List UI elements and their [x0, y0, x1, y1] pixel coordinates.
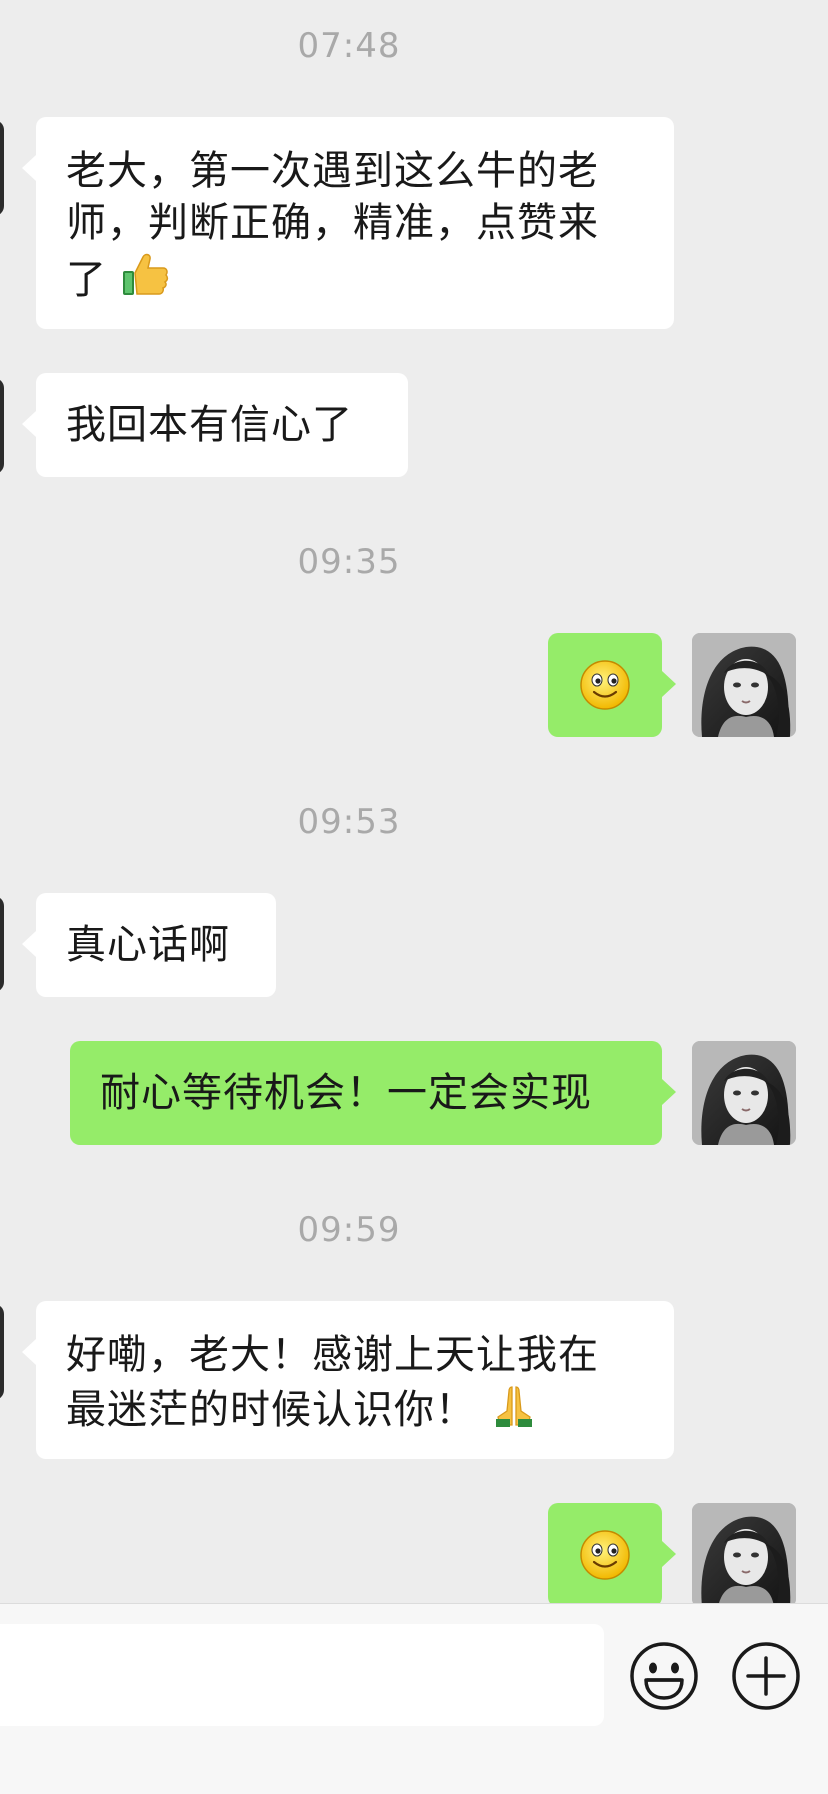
contact-avatar[interactable] — [0, 120, 4, 216]
folded-hands-icon — [490, 1381, 538, 1442]
chat-history[interactable]: 07:48 老大，第一次遇到这么牛的老 师，判断正确，精准，点赞来 了 我回本有… — [0, 0, 828, 1603]
incoming-message[interactable]: 好嘞，老大！感谢上天让我在 最迷茫的时候认识你！ — [22, 1301, 674, 1459]
contact-avatar[interactable] — [0, 378, 4, 474]
message-line: 好嘞，老大！感谢上天让我在 — [66, 1332, 599, 1378]
plus-icon[interactable] — [730, 1640, 802, 1712]
avatar-image — [692, 633, 796, 737]
timestamp: 09:35 — [297, 542, 401, 582]
timestamp: 07:48 — [297, 26, 401, 66]
contact-avatar[interactable] — [0, 896, 4, 992]
message-line-with-emoji: 最迷茫的时候认识你！ — [66, 1381, 644, 1442]
message-line-with-emoji: 了 — [66, 249, 644, 312]
avatar-image — [692, 1041, 796, 1145]
outgoing-message[interactable] — [548, 1503, 676, 1603]
incoming-message[interactable]: 真心话啊 — [22, 893, 276, 997]
message-text: 真心话啊 — [66, 922, 230, 968]
my-avatar[interactable] — [692, 1503, 796, 1603]
emoji-icon[interactable] — [628, 1640, 700, 1712]
smile-icon — [579, 659, 631, 711]
message-line: 师，判断正确，精准，点赞来 — [66, 200, 599, 246]
incoming-message[interactable]: 我回本有信心了 — [22, 373, 408, 477]
my-avatar[interactable] — [692, 1041, 796, 1145]
smile-icon — [579, 1529, 631, 1581]
outgoing-message[interactable]: 耐心等待机会！一定会实现 — [70, 1041, 676, 1145]
timestamp: 09:53 — [297, 802, 401, 842]
message-text: 耐心等待机会！一定会实现 — [100, 1070, 592, 1116]
message-text: 我回本有信心了 — [66, 402, 353, 448]
incoming-message[interactable]: 老大，第一次遇到这么牛的老 师，判断正确，精准，点赞来 了 — [22, 117, 674, 329]
input-bar — [0, 1603, 828, 1794]
message-line: 了 — [66, 257, 107, 303]
outgoing-message[interactable] — [548, 633, 676, 737]
message-line: 最迷茫的时候认识你！ — [66, 1387, 476, 1433]
my-avatar[interactable] — [692, 633, 796, 737]
contact-avatar[interactable] — [0, 1304, 4, 1400]
timestamp: 09:59 — [297, 1210, 401, 1250]
message-line: 老大，第一次遇到这么牛的老 — [66, 148, 599, 194]
avatar-image — [692, 1503, 796, 1603]
thumbs-up-icon — [121, 249, 171, 312]
message-input[interactable] — [0, 1624, 604, 1726]
